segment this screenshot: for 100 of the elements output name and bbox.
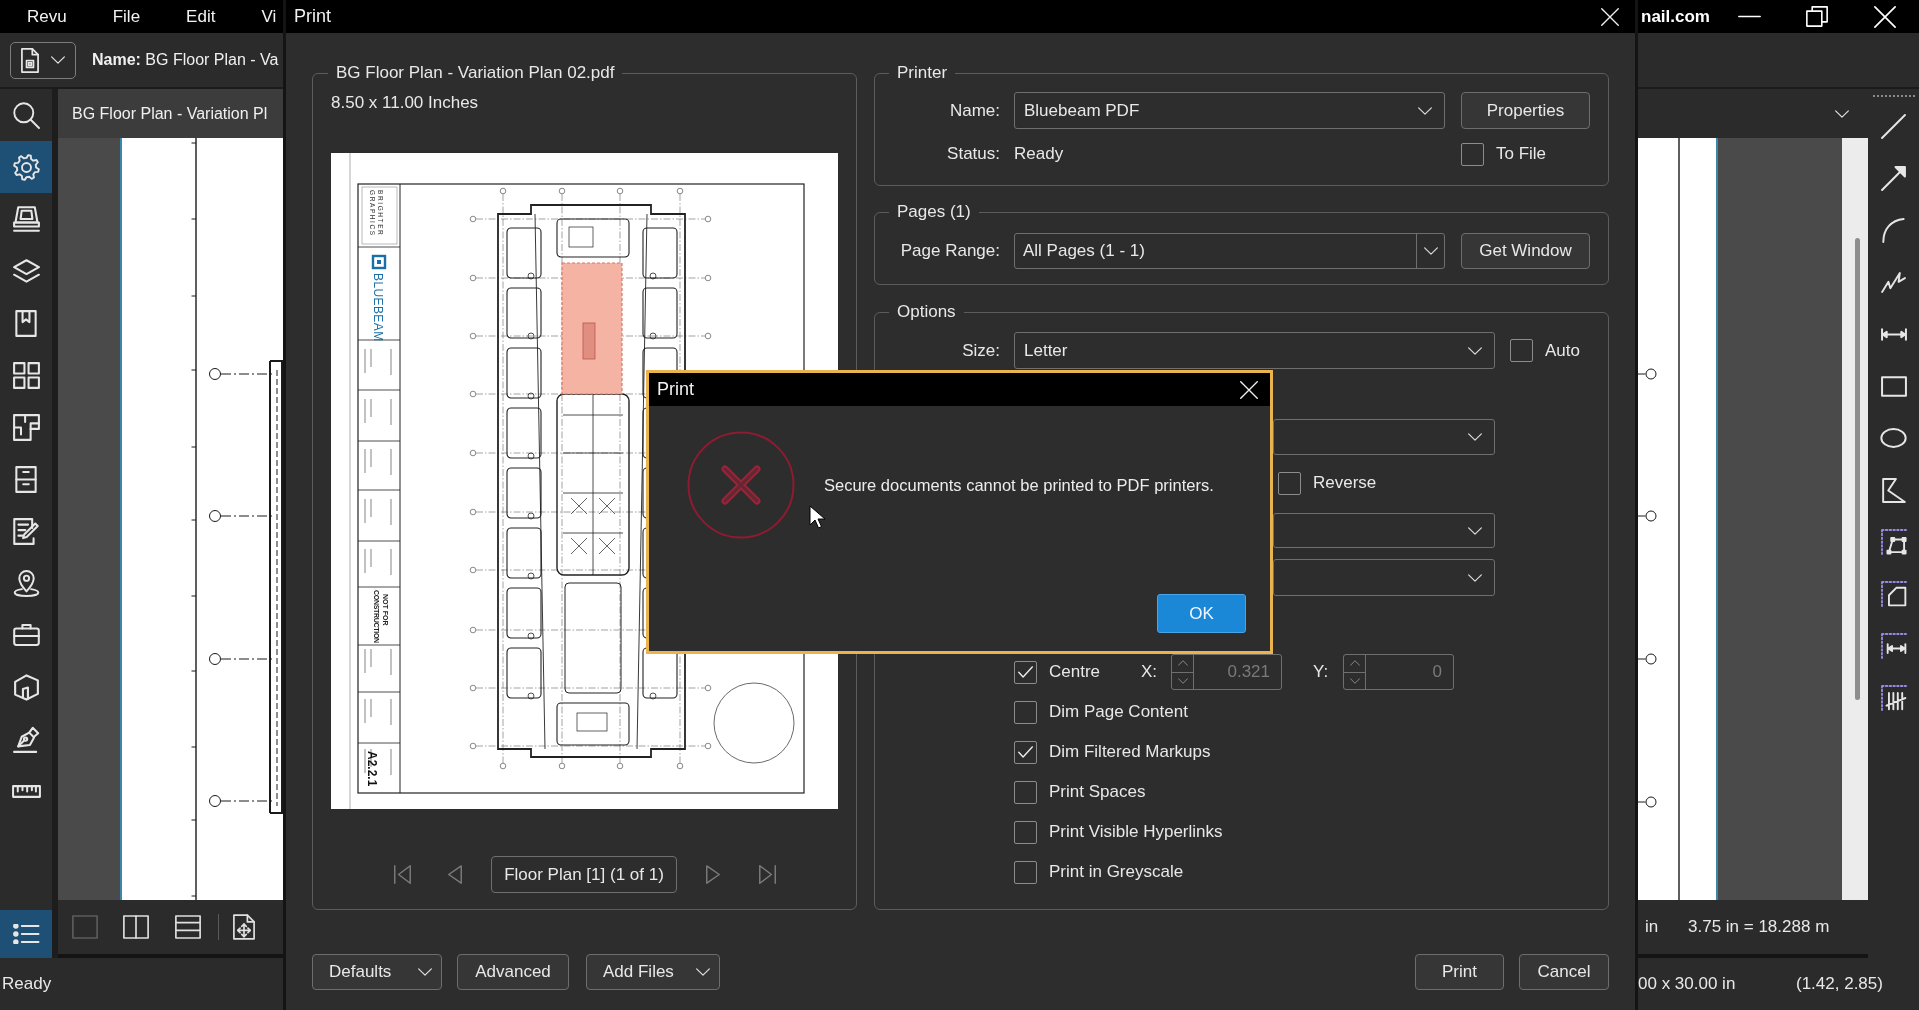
menu-item[interactable]: Vi (261, 6, 277, 27)
minimize-icon (1737, 15, 1761, 18)
gear-icon (12, 153, 40, 181)
checkbox[interactable] (1014, 700, 1037, 724)
measure-polygon-icon[interactable] (1880, 529, 1907, 555)
group-title: BG Floor Plan - Variation Plan 02.pdf (335, 63, 616, 83)
sheet-number: A2.2.1 (365, 751, 379, 787)
cabinet-icon (15, 465, 37, 493)
tray-icon (12, 206, 40, 232)
menu-item[interactable]: Revu (27, 6, 67, 27)
get-window-button[interactable]: Get Window (1461, 233, 1590, 269)
page-size-text: 8.50 x 11.00 Inches (331, 93, 480, 113)
dialog-title: Print (656, 378, 694, 401)
tally-icon[interactable] (1880, 685, 1907, 711)
layers-icon (12, 259, 40, 283)
scrollbar[interactable] (1842, 138, 1868, 900)
close-icon (1240, 380, 1258, 399)
field-label: X: (1141, 661, 1159, 684)
split-horizontal-icon[interactable] (175, 915, 201, 939)
checkbox[interactable] (1014, 860, 1037, 884)
split-vertical-icon[interactable] (123, 915, 149, 939)
measure-area-icon[interactable] (1880, 581, 1907, 607)
checkbox-label[interactable]: Reverse (1313, 473, 1377, 493)
measure-length-icon[interactable] (1880, 633, 1907, 659)
close-icon (1601, 7, 1619, 26)
checkbox-label[interactable]: Print Spaces (1049, 782, 1146, 802)
dropdown-button[interactable]: Add Files (586, 954, 720, 990)
menu-item[interactable]: Edit (186, 6, 216, 27)
button[interactable]: Advanced (457, 954, 569, 990)
ok-button[interactable]: OK (1157, 594, 1246, 633)
chevron-down-icon (51, 56, 65, 64)
checkbox[interactable] (1461, 142, 1484, 166)
dropdown[interactable] (1273, 513, 1495, 548)
document-name: Name: BG Floor Plan - Va (92, 50, 279, 70)
field-label: Status: (946, 143, 1000, 166)
checkbox[interactable] (1014, 740, 1037, 764)
menu-item[interactable]: File (112, 6, 141, 27)
dropdown[interactable] (1273, 419, 1495, 455)
checkbox-label[interactable]: Print in Greyscale (1049, 862, 1184, 882)
status-text: Ready (1, 973, 52, 996)
document-tab[interactable]: BG Floor Plan - Variation Pl (58, 89, 285, 138)
chevron-down-icon (1468, 346, 1482, 355)
checkmark-icon (1018, 746, 1033, 758)
chevron-up-icon[interactable] (1349, 660, 1360, 667)
unit-label: in (1645, 916, 1660, 939)
field-label: Page Range: (899, 240, 1000, 263)
close-icon (1874, 5, 1896, 28)
ellipse-icon[interactable] (1880, 428, 1907, 448)
checkbox-label[interactable]: To File (1496, 144, 1547, 164)
page-move-icon[interactable] (233, 914, 255, 940)
cancel-button[interactable]: Cancel (1519, 954, 1609, 990)
arrow-icon[interactable] (1881, 165, 1906, 191)
checkbox[interactable] (1014, 660, 1037, 684)
dialog-title: Print (293, 5, 331, 28)
properties-button[interactable]: Properties (1461, 92, 1590, 129)
status-value: Ready (1014, 143, 1065, 166)
search-icon (12, 101, 40, 129)
chevron-down-icon (1423, 247, 1438, 255)
pen-nib-icon (12, 725, 40, 753)
page-range-combo[interactable]: All Pages (1 - 1) (1014, 233, 1445, 269)
checkbox[interactable] (1014, 780, 1037, 804)
account-name: nail.com (1641, 6, 1711, 27)
checkbox[interactable] (1278, 471, 1301, 495)
error-icon (687, 431, 795, 539)
document-icon (21, 47, 39, 73)
sidebar-button[interactable] (0, 141, 52, 193)
group-title: Options (896, 302, 957, 322)
checkmark-icon (1018, 666, 1033, 678)
dimension-icon[interactable] (1880, 327, 1907, 341)
scale-label: 3.75 in = 18.288 m (1688, 916, 1830, 939)
checkbox-label[interactable]: Centre (1049, 662, 1101, 682)
line-icon[interactable] (1881, 113, 1906, 139)
dropdown[interactable]: Bluebeam PDF (1014, 92, 1445, 129)
checkbox-label[interactable]: Auto (1545, 340, 1580, 361)
dropdown[interactable] (1273, 559, 1495, 596)
page-selector[interactable]: Floor Plan [1] (1 of 1) (491, 856, 677, 893)
rectangle-icon[interactable] (1880, 375, 1907, 397)
arc-icon[interactable] (1882, 217, 1905, 243)
checkbox-label[interactable]: Dim Filtered Markups (1049, 742, 1211, 762)
ruler-icon (11, 784, 41, 798)
checkbox[interactable] (1014, 820, 1037, 844)
checkbox-label[interactable]: Print Visible Hyperlinks (1049, 822, 1223, 842)
alert-message: Secure documents cannot be printed to PDF printers. (824, 475, 1214, 495)
bookmark-icon (15, 309, 37, 337)
checkbox-label[interactable]: Dim Page Content (1049, 702, 1188, 722)
panel-toggle-button[interactable] (0, 910, 52, 958)
chevron-down-icon (1468, 433, 1482, 441)
chevron-up-icon[interactable] (1177, 660, 1188, 667)
dropdown[interactable]: Letter (1014, 332, 1495, 369)
print-button[interactable]: Print (1415, 954, 1504, 990)
dropdown-button[interactable]: Defaults (312, 954, 442, 990)
document-menu-button[interactable] (10, 41, 76, 79)
scrollbar-thumb[interactable] (1855, 238, 1860, 700)
zigzag-line-icon[interactable] (1881, 271, 1906, 293)
mouse-pointer-icon (809, 505, 826, 530)
shape-icon (13, 673, 39, 701)
group-title: Printer (896, 63, 949, 83)
polygon-icon[interactable] (1881, 477, 1906, 503)
checkbox[interactable] (1510, 339, 1533, 362)
chevron-down-icon (1468, 526, 1482, 535)
